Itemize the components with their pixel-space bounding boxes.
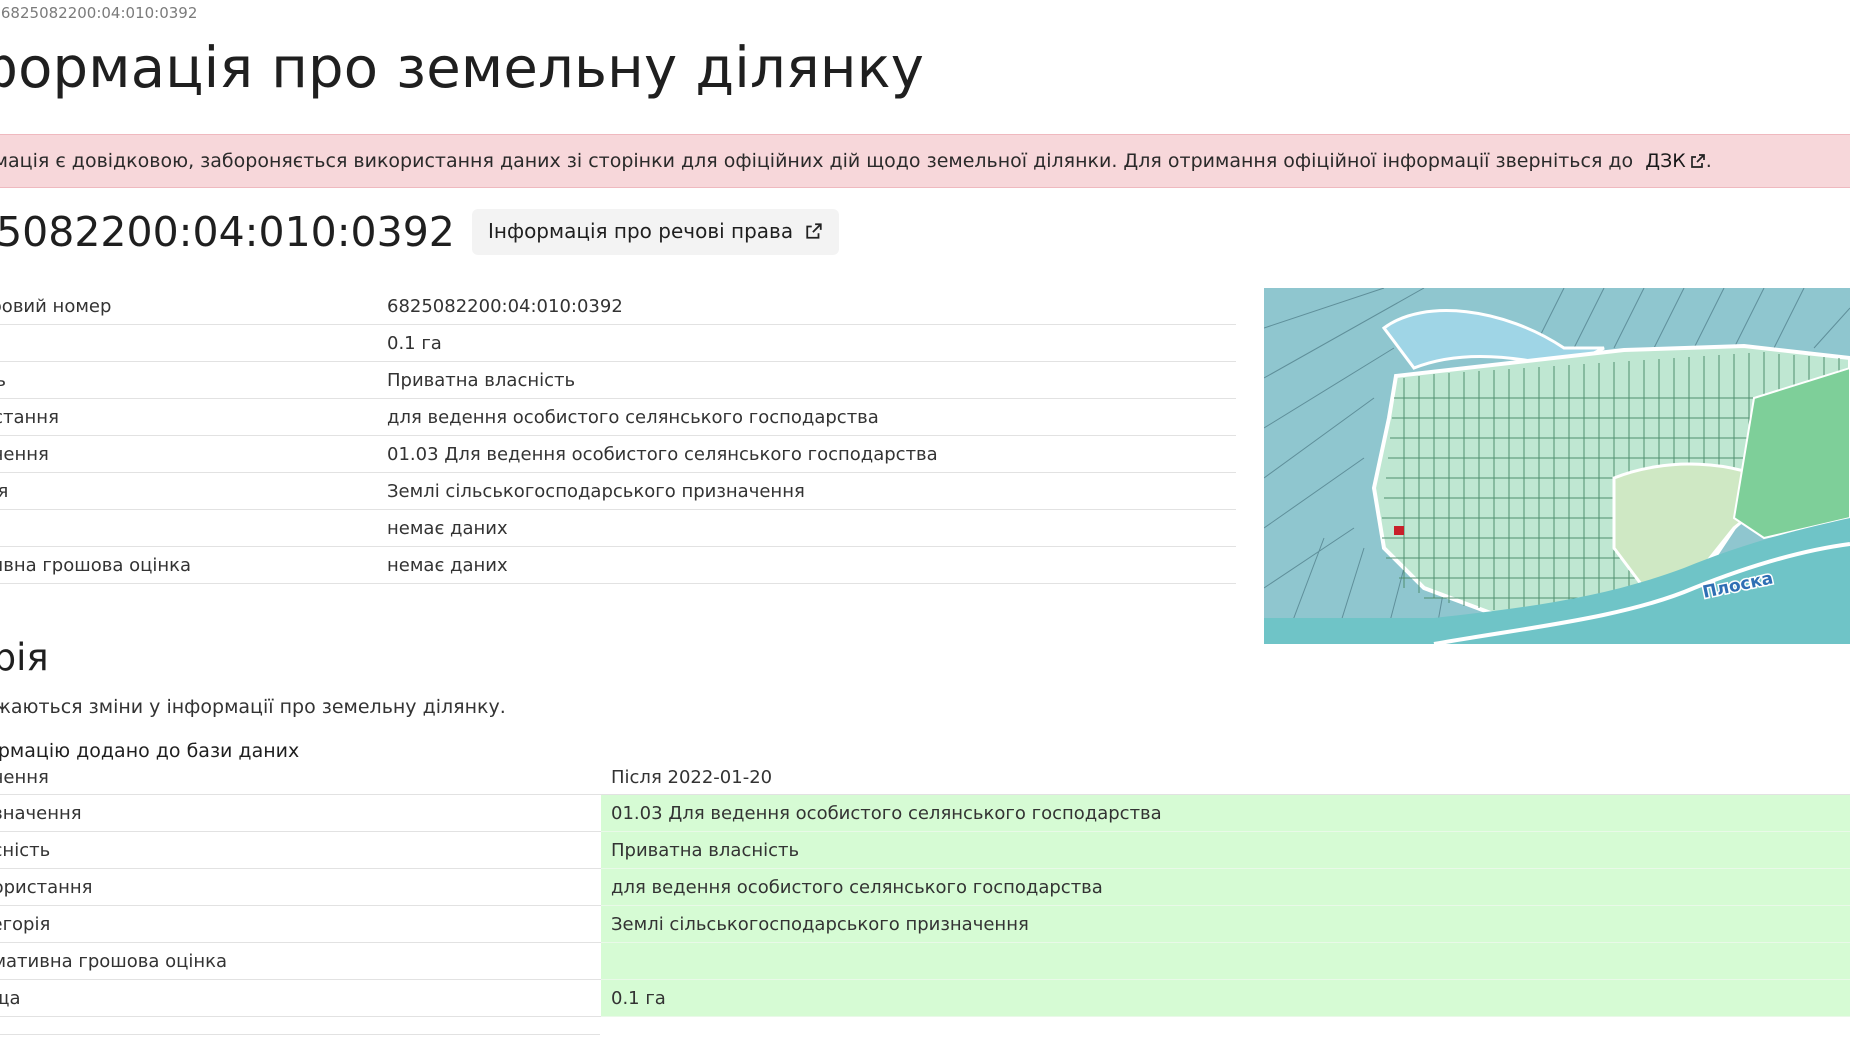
history-description: ражаються зміни у інформації про земельн… <box>0 696 506 718</box>
info-value: 6825082200:04:010:0392 <box>387 288 1236 325</box>
table-header-row: наченняПісля 2022-01-20 <box>0 760 1850 795</box>
property-rights-button[interactable]: Інформація про речові права <box>472 209 840 255</box>
info-value: 01.03 Для ведення особистого селянського… <box>387 435 1236 473</box>
breadcrumb-current: 6825082200:04:010:0392 <box>0 4 198 22</box>
history-value: Землі сільськогосподарського призначення <box>601 905 1850 943</box>
dzk-link[interactable]: ДЗК <box>1645 150 1706 172</box>
info-key: начення <box>0 435 387 473</box>
external-link-icon <box>805 221 823 245</box>
info-value: Землі сільськогосподарського призначення <box>387 472 1236 510</box>
divider <box>0 1034 600 1035</box>
history-title: орія <box>0 636 49 679</box>
warning-text: ормація є довідковою, забороняється вико… <box>0 150 1634 172</box>
history-value: Після 2022-01-20 <box>601 760 1850 795</box>
history-value: 01.03 Для ведення особистого селянського… <box>601 794 1850 832</box>
breadcrumb: s|6825082200:04:010:0392 <box>0 4 198 22</box>
warning-trailing: . <box>1705 150 1712 172</box>
history-key: лоща <box>0 979 601 1017</box>
history-value <box>601 942 1850 980</box>
history-value: для ведення особистого селянського госпо… <box>601 868 1850 906</box>
history-value: 0.1 га <box>601 979 1850 1017</box>
table-row: стровий номер6825082200:04:010:0392 <box>0 288 1236 325</box>
table-row: канемає даних <box>0 509 1236 547</box>
table-row: ризначення01.03 Для ведення особистого с… <box>0 794 1850 832</box>
table-row: икористаннядля ведення особистого селянс… <box>0 868 1850 906</box>
parcel-info-table: стровий номер6825082200:04:010:0392 а0.1… <box>0 288 1236 584</box>
table-row: атегоріяЗемлі сільськогосподарського при… <box>0 905 1850 943</box>
table-row: оріяЗемлі сільськогосподарського признач… <box>0 472 1236 510</box>
table-row: істьПриватна власність <box>0 361 1236 399</box>
info-value: 0.1 га <box>387 324 1236 362</box>
history-key: атегорія <box>0 905 601 943</box>
info-key: ка <box>0 509 387 547</box>
dzk-link-label[interactable]: ДЗК <box>1645 150 1686 172</box>
table-row: ласністьПриватна власність <box>0 831 1850 869</box>
table-row: ристаннядля ведення особистого селянсько… <box>0 398 1236 436</box>
table-row: ативна грошова оцінканемає даних <box>0 546 1236 584</box>
history-key: начення <box>0 760 601 795</box>
history-value: Приватна власність <box>601 831 1850 869</box>
info-key: а <box>0 324 387 362</box>
cadastral-header: 25082200:04:010:0392 Інформація про речо… <box>0 208 840 260</box>
history-key: ризначення <box>0 794 601 832</box>
info-value: немає даних <box>387 509 1236 547</box>
info-key: стровий номер <box>0 288 387 325</box>
table-row: ормативна грошова оцінка <box>0 942 1850 980</box>
history-key: икористання <box>0 868 601 906</box>
info-key: ативна грошова оцінка <box>0 546 387 584</box>
info-value: немає даних <box>387 546 1236 584</box>
table-row: а0.1 га <box>0 324 1236 362</box>
info-key: орія <box>0 472 387 510</box>
parcel-map[interactable]: Плоска <box>1264 288 1850 644</box>
table-row: начення01.03 Для ведення особистого селя… <box>0 435 1236 473</box>
history-key: ласність <box>0 831 601 869</box>
page: s|6825082200:04:010:0392 формація про зе… <box>0 0 1850 1040</box>
info-value: Приватна власність <box>387 361 1236 399</box>
cadastral-number-heading: 25082200:04:010:0392 <box>0 208 455 256</box>
history-key: ормативна грошова оцінка <box>0 942 601 980</box>
property-rights-button-label[interactable]: Інформація про речові права <box>488 219 793 243</box>
map-image: Плоска <box>1264 288 1850 644</box>
history-event-title: формацію додано до бази даних <box>0 740 300 762</box>
page-title: формація про земельну ділянку <box>0 36 925 101</box>
reference-warning-banner: ормація є довідковою, забороняється вико… <box>0 134 1850 188</box>
history-table: наченняПісля 2022-01-20 ризначення01.03 … <box>0 760 1850 1017</box>
info-value: для ведення особистого селянського госпо… <box>387 398 1236 436</box>
info-key: ість <box>0 361 387 399</box>
info-key: ристання <box>0 398 387 436</box>
external-link-icon <box>1690 137 1706 189</box>
table-row: лоща0.1 га <box>0 979 1850 1017</box>
